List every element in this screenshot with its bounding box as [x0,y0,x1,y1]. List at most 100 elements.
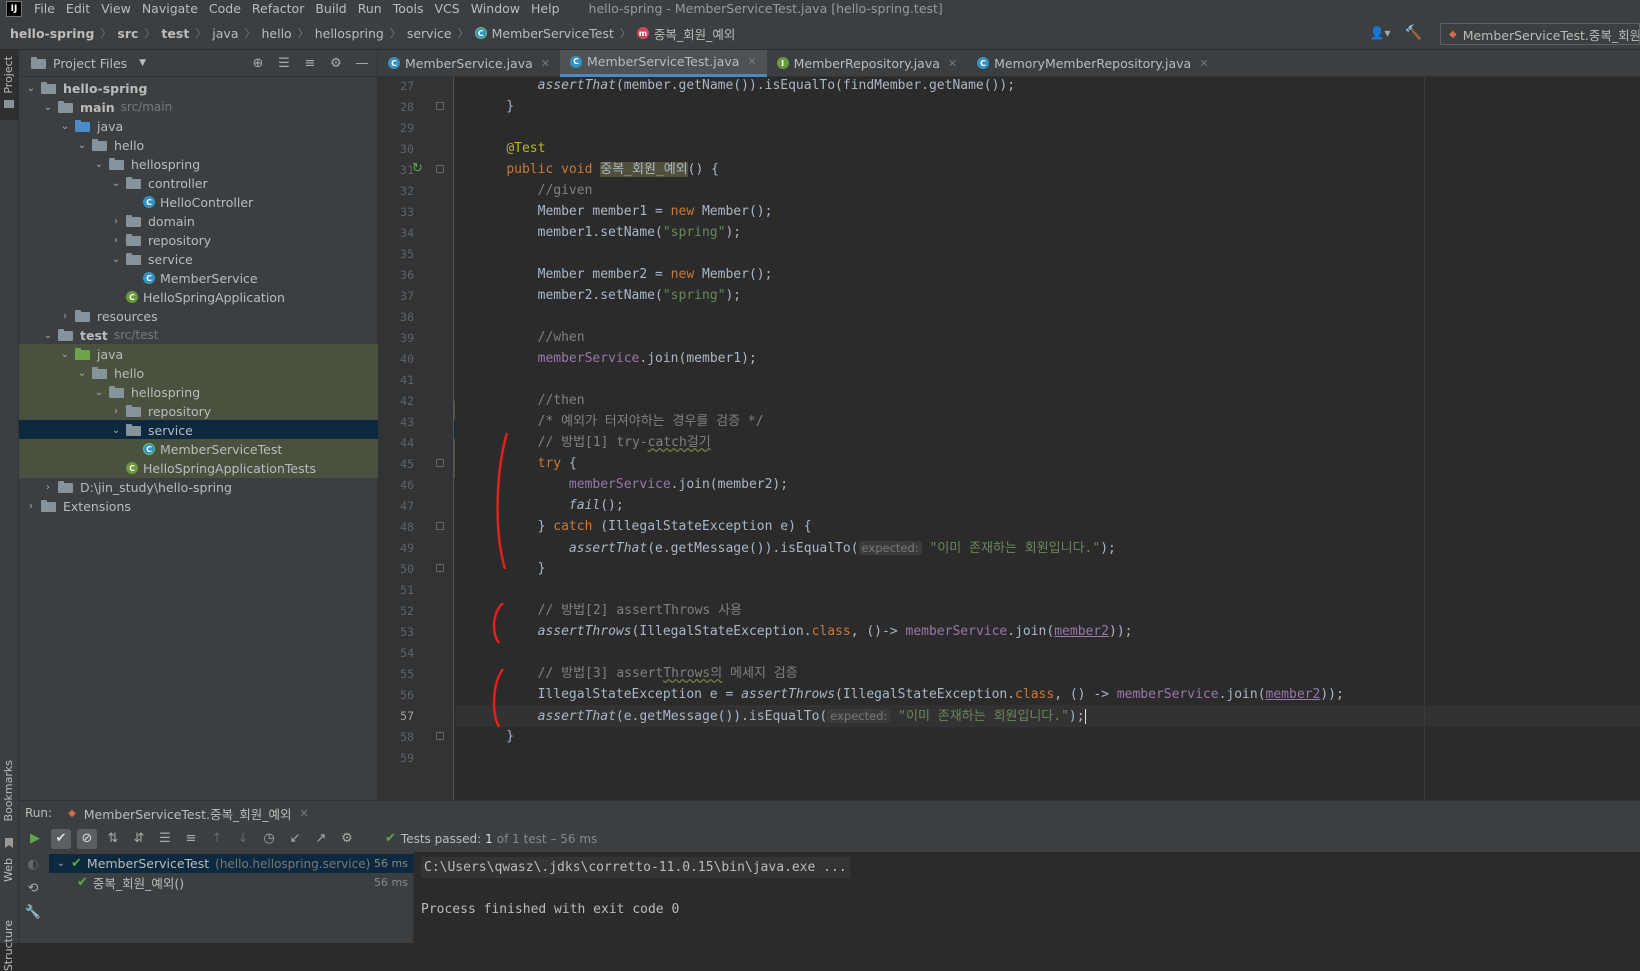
tree-item[interactable]: ⌄ hello [19,135,435,155]
editor-tab[interactable]: C MemoryMemberRepository.java ✕ [967,50,1218,77]
chevron-right-icon[interactable]: › [110,235,122,246]
tree-item[interactable]: ⌄ hello [19,363,435,383]
restore-layout-icon[interactable]: ⟲ [23,878,43,898]
run-test-gutter-icon[interactable]: ↻ [412,161,423,176]
locate-file-icon[interactable]: ⊕ [248,53,268,73]
breadcrumb-item[interactable]: hello-spring [10,26,94,41]
export-tests-icon[interactable]: ↗ [311,829,331,849]
run-tab[interactable]: MemberServiceTest.중복_회원_예외 [84,804,292,823]
menu-view[interactable]: View [101,1,131,16]
stop-icon[interactable]: ◐ [23,854,43,874]
menu-build[interactable]: Build [315,1,346,16]
web-tool-button[interactable]: Web [2,858,15,882]
editor-tab[interactable]: C MemberService.java ✕ [378,50,560,77]
tree-item[interactable]: › D:\jin_study\hello-spring [19,477,401,497]
rerun-icon[interactable]: ▶ [25,829,45,849]
menu-file[interactable]: File [34,1,55,16]
chevron-right-icon[interactable]: › [59,311,71,322]
tree-item[interactable]: ⌄ main src/main [19,97,401,117]
breadcrumb-item[interactable]: MemberServiceTest [492,26,614,41]
menu-tools[interactable]: Tools [393,1,424,16]
menu-navigate[interactable]: Navigate [142,1,198,16]
breadcrumb-item[interactable]: java [212,26,238,41]
previous-failed-icon[interactable]: ↑ [207,829,227,849]
chevron-down-icon[interactable]: ⌄ [42,102,54,113]
chevron-down-icon[interactable]: ⌄ [93,387,105,398]
show-ignored-icon[interactable]: ⊘ [77,828,97,849]
chevron-down-icon[interactable]: ⌄ [76,140,88,151]
chevron-down-icon[interactable]: ▼ [139,58,146,68]
fold-marker-icon[interactable] [436,564,444,572]
tree-item[interactable]: ⌄ java [19,116,418,136]
project-view-select[interactable]: Project Files [53,56,127,71]
sort-duration-icon[interactable]: ⇵ [129,829,149,849]
chevron-down-icon[interactable]: ⌄ [25,83,37,94]
close-icon[interactable]: ✕ [747,55,756,68]
breadcrumb-item[interactable]: test [161,26,189,41]
chevron-down-icon[interactable]: ⌄ [110,178,122,189]
close-icon[interactable]: ✕ [299,807,308,820]
chevron-right-icon[interactable]: › [110,406,122,417]
fold-marker-icon[interactable] [436,459,444,467]
test-result-row[interactable]: ✔ 중복_회원_예외() 56 ms [49,873,414,892]
fold-marker-icon[interactable] [436,732,444,740]
menu-help[interactable]: Help [531,1,560,16]
close-icon[interactable]: ✕ [1199,57,1208,70]
fold-marker-icon[interactable] [436,522,444,530]
chevron-right-icon[interactable]: › [25,501,37,512]
tree-item[interactable]: ⌄ java [19,344,418,364]
breadcrumb-item[interactable]: 중복_회원_예외 [654,24,736,43]
code-editor[interactable]: assertThat(member.getName()).isEqualTo(f… [455,77,1640,800]
bookmarks-tool-button[interactable]: Bookmarks [2,760,15,821]
chevron-down-icon[interactable]: ⌄ [93,159,105,170]
fold-marker-icon[interactable] [436,165,444,173]
gear-icon[interactable]: ⚙ [326,53,346,73]
sort-alpha-icon[interactable]: ⇅ [103,829,123,849]
menu-code[interactable]: Code [209,1,241,16]
structure-tool-button[interactable]: Structure [2,920,15,971]
menu-run[interactable]: Run [358,1,382,16]
menu-refactor[interactable]: Refactor [252,1,304,16]
menu-edit[interactable]: Edit [66,1,90,16]
menu-vcs[interactable]: VCS [435,1,460,16]
editor-tab[interactable]: C MemberServiceTest.java ✕ [560,49,767,77]
chevron-down-icon[interactable]: ⌄ [110,425,122,436]
breadcrumb-item[interactable]: service [407,26,452,41]
history-icon[interactable]: ◷ [259,829,279,849]
chevron-right-icon[interactable]: › [42,482,54,493]
show-passed-icon[interactable]: ✔ [51,828,71,849]
chevron-down-icon[interactable]: ⌄ [59,349,71,360]
wrench-icon[interactable]: 🔧 [23,902,43,922]
tree-item[interactable]: › resources [19,306,418,326]
user-icon[interactable]: 👤▾ [1370,26,1391,40]
breadcrumb-item[interactable]: hello [262,26,292,41]
chevron-down-icon[interactable]: ⌄ [59,121,71,132]
collapse-all-icon[interactable]: ≡ [300,53,320,73]
breadcrumb-item[interactable]: src [117,26,138,41]
close-icon[interactable]: ✕ [948,57,957,70]
chevron-down-icon[interactable]: ⌄ [110,254,122,265]
editor-tab[interactable]: I MemberRepository.java ✕ [767,50,967,77]
collapse-all-icon[interactable]: ≡ [181,829,201,849]
chevron-down-icon[interactable]: ⌄ [55,858,67,869]
expand-all-icon[interactable]: ☰ [155,829,175,849]
run-console[interactable]: C:\Users\qwasz\.jdks\corretto-11.0.15\bi… [415,852,1640,943]
import-tests-icon[interactable]: ↙ [285,829,305,849]
close-icon[interactable]: ✕ [541,57,550,70]
gear-icon[interactable]: ⚙ [337,829,357,849]
project-tool-button[interactable]: Project [0,50,19,120]
expand-all-icon[interactable]: ☰ [274,53,294,73]
breadcrumb-item[interactable]: hellospring [315,26,384,41]
tree-item[interactable]: › Extensions [19,496,384,516]
test-result-row[interactable]: ⌄ ✔ MemberServiceTest (hello.hellospring.se… [49,854,414,873]
tree-item[interactable]: ⌄ test src/test [19,325,401,345]
tree-item[interactable]: ⌄ hello-spring [19,78,384,98]
chevron-down-icon[interactable]: ⌄ [42,330,54,341]
run-configuration-select[interactable]: ◆ MemberServiceTest.중복_회원_예외 [1440,23,1640,45]
fold-marker-icon[interactable] [436,102,444,110]
minimize-icon[interactable]: — [352,53,372,73]
menu-window[interactable]: Window [471,1,520,16]
build-hammer-icon[interactable]: 🔨 [1405,25,1422,41]
chevron-right-icon[interactable]: › [110,216,122,227]
chevron-down-icon[interactable]: ⌄ [76,368,88,379]
